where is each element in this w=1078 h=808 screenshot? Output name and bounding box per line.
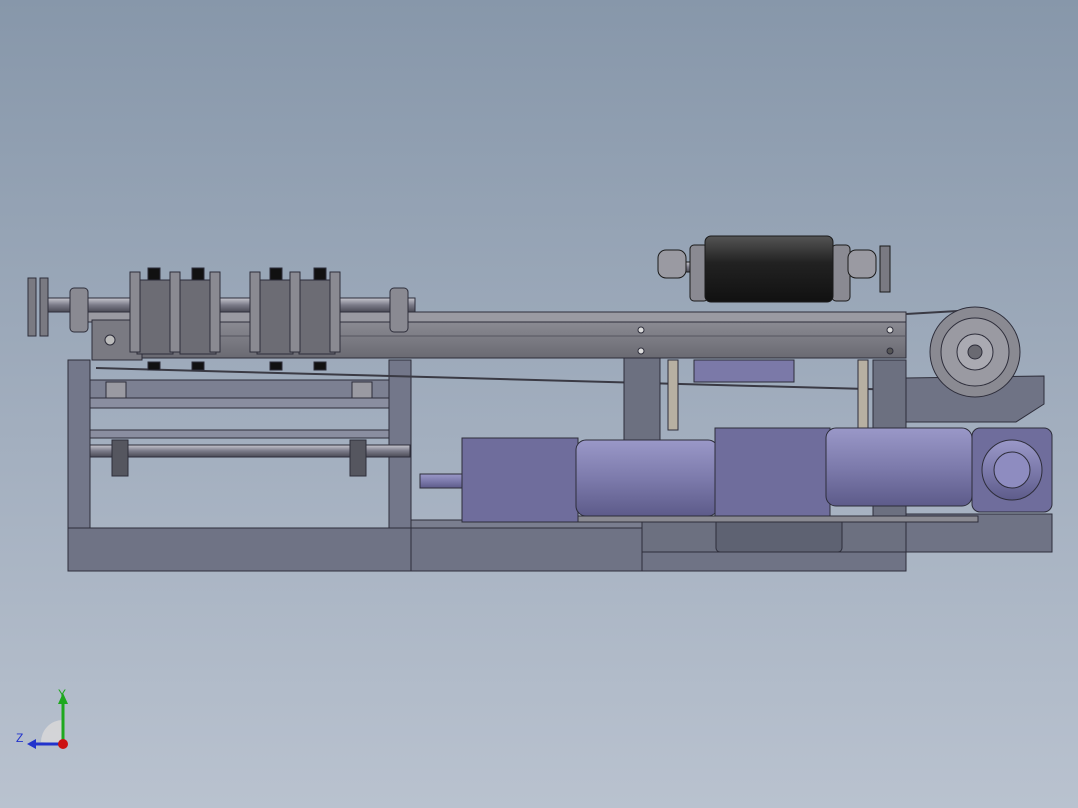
base-frame[interactable] [67,513,1053,572]
cad-model[interactable] [0,0,1078,808]
triad-graphic [27,693,68,749]
y-axis-label: Y [58,687,67,701]
sprocket-pair-2[interactable] [249,271,341,355]
x-axis-dot [58,739,68,749]
left-stand[interactable] [67,359,412,529]
z-axis-label: Z [16,731,24,745]
sprocket-pair-1[interactable] [129,271,221,355]
end-sprocket[interactable] [27,277,49,337]
drive-pulley[interactable] [905,306,1045,423]
rubber-roller[interactable] [657,235,891,303]
graphics-viewport[interactable]: Y Z [0,0,1078,808]
gear-motor-left[interactable] [419,437,719,523]
gear-motor-right[interactable] [714,427,1053,519]
orientation-triad: Y Z [0,680,90,760]
motor-mount-plate[interactable] [577,515,979,523]
